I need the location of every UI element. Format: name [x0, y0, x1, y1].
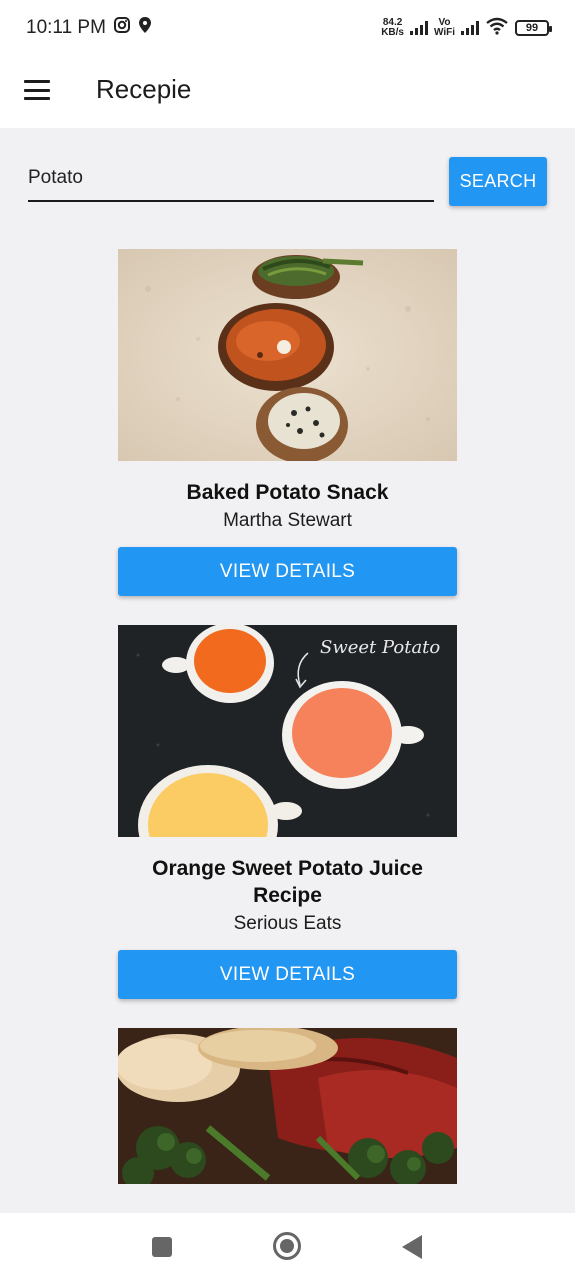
network-speed-unit: KB/s	[381, 27, 404, 38]
view-details-button[interactable]: VIEW DETAILS	[118, 950, 457, 999]
location-pin-icon	[138, 16, 152, 40]
status-time: 10:11 PM	[26, 17, 106, 38]
status-bar: 10:11 PM 84.2 KB/s Vo WiFi 99	[0, 0, 575, 56]
signal-icon	[409, 21, 428, 35]
recipe-source: Martha Stewart	[223, 510, 352, 531]
battery-level: 99	[525, 22, 539, 34]
search-button[interactable]: SEARCH	[449, 157, 547, 206]
recents-square-icon[interactable]	[152, 1237, 172, 1257]
instagram-icon	[113, 17, 130, 39]
home-circle-icon[interactable]	[273, 1232, 301, 1260]
handwriting-label: Sweet Potato	[320, 637, 440, 658]
recipe-image-steak	[118, 1028, 457, 1184]
battery-icon: 99	[515, 20, 552, 36]
recipe-title: Baked Potato Snack	[186, 481, 389, 504]
volte-bottom-label: WiFi	[433, 27, 455, 38]
recipe-image-sweet-potato-juice: Sweet Potato	[118, 625, 457, 837]
recipe-image-baked-potato	[118, 249, 457, 461]
signal-icon-2	[461, 21, 479, 35]
search-input[interactable]	[28, 162, 434, 202]
status-left: 10:11 PM	[26, 16, 152, 40]
app-title: Recepie	[96, 74, 192, 104]
recipe-title: Orange Sweet Potato Juice Recipe	[152, 857, 423, 907]
back-triangle-icon[interactable]	[402, 1235, 422, 1259]
wifi-icon	[485, 17, 509, 40]
recipe-source: Serious Eats	[233, 913, 342, 934]
view-details-button[interactable]: VIEW DETAILS	[118, 547, 457, 596]
app-bar: Recepie	[0, 56, 575, 128]
status-right: 84.2 KB/s Vo WiFi 99	[381, 17, 552, 40]
network-speed: 84.2 KB/s	[381, 18, 404, 38]
navigation-bar	[0, 1213, 575, 1280]
volte-indicator: Vo WiFi	[434, 18, 455, 38]
hamburger-menu-icon[interactable]	[24, 80, 50, 100]
